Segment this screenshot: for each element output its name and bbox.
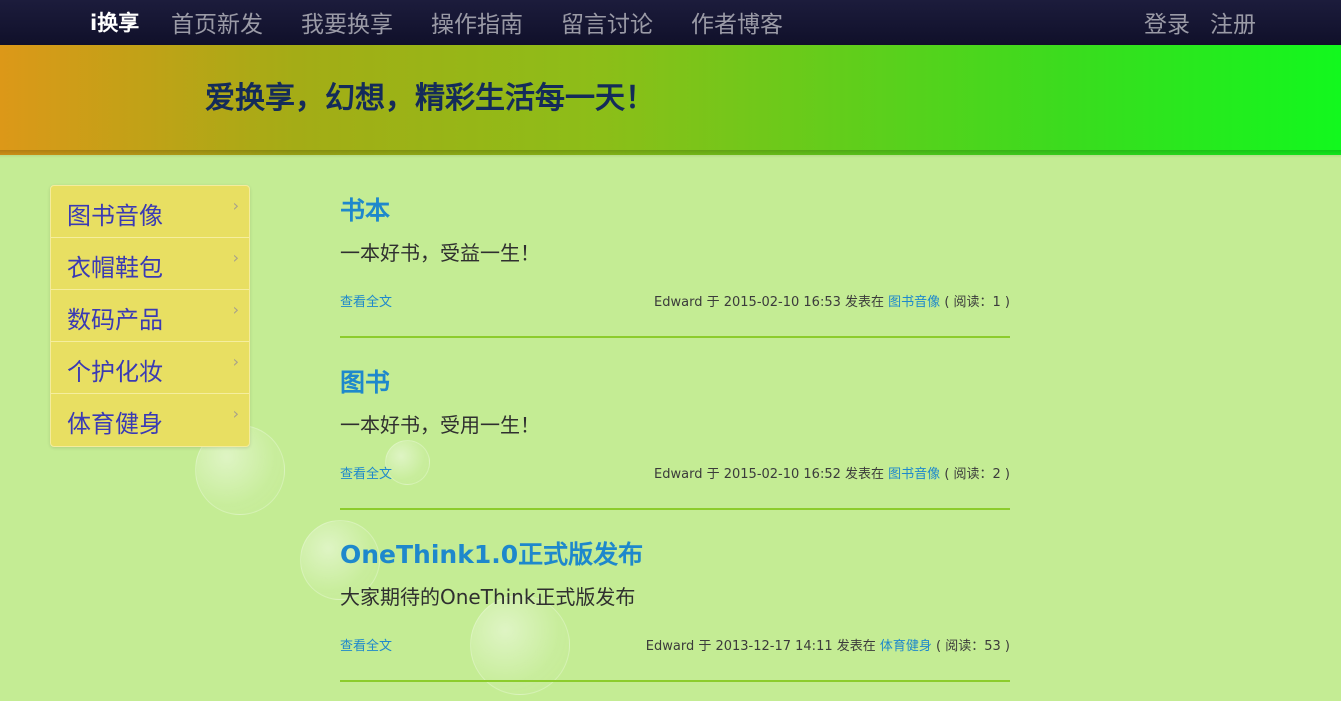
top-navbar: i换享 首页新发 我要换享 操作指南 留言讨论 作者博客 登录 注册 xyxy=(0,0,1341,45)
read-more-link[interactable]: 查看全文 xyxy=(340,291,392,310)
post-title-link[interactable]: 图书 xyxy=(340,363,390,399)
sidebar-item-clothing[interactable]: 衣帽鞋包 › xyxy=(51,238,249,290)
sidebar-item-label: 个护化妆 xyxy=(67,358,163,386)
post-read-count: ( 阅读：53 ) xyxy=(936,639,1010,654)
hero-banner xyxy=(0,45,1341,155)
post-title-link[interactable]: OneThink1.0正式版发布 xyxy=(340,535,643,571)
post-author-date: Edward 于 2015-02-10 16:53 发表在 xyxy=(654,295,885,310)
nav-link-home[interactable]: 首页新发 xyxy=(171,5,263,39)
post-category-link[interactable]: 体育健身 xyxy=(880,639,932,654)
post-title-link[interactable]: 书本 xyxy=(340,191,390,227)
sidebar-item-sports[interactable]: 体育健身 › xyxy=(51,394,249,446)
post-divider xyxy=(340,336,1010,338)
sidebar-item-label: 数码产品 xyxy=(67,306,163,334)
sidebar-item-books-media[interactable]: 图书音像 › xyxy=(51,186,249,238)
read-more-link[interactable]: 查看全文 xyxy=(340,635,392,654)
banner-shadow xyxy=(0,150,1341,158)
chevron-right-icon: › xyxy=(232,352,239,371)
chevron-right-icon: › xyxy=(232,248,239,267)
post-meta: Edward 于 2015-02-10 16:53 发表在 图书音像 ( 阅读：… xyxy=(654,291,1010,310)
brand-logo-link[interactable]: i换享 xyxy=(90,7,139,37)
post-category-link[interactable]: 图书音像 xyxy=(888,467,940,482)
post-meta: Edward 于 2013-12-17 14:11 发表在 体育健身 ( 阅读：… xyxy=(646,635,1010,654)
sidebar-item-label: 体育健身 xyxy=(67,410,163,438)
post-author-date: Edward 于 2015-02-10 16:52 发表在 xyxy=(654,467,885,482)
post-read-count: ( 阅读：1 ) xyxy=(944,295,1010,310)
post-divider xyxy=(340,508,1010,510)
sidebar-item-personal-care[interactable]: 个护化妆 › xyxy=(51,342,249,394)
sidebar-item-label: 图书音像 xyxy=(67,202,163,230)
nav-link-exchange[interactable]: 我要换享 xyxy=(301,5,393,39)
nav-link-discussion[interactable]: 留言讨论 xyxy=(561,5,653,39)
post-summary: 一本好书，受益一生！ xyxy=(340,241,540,265)
chevron-right-icon: › xyxy=(232,404,239,423)
category-sidebar: 图书音像 › 衣帽鞋包 › 数码产品 › 个护化妆 › 体育健身 › xyxy=(50,185,250,447)
post-meta: Edward 于 2015-02-10 16:52 发表在 图书音像 ( 阅读：… xyxy=(654,463,1010,482)
post-summary: 一本好书，受用一生！ xyxy=(340,413,540,437)
login-link[interactable]: 登录 xyxy=(1144,5,1190,39)
chevron-right-icon: › xyxy=(232,196,239,215)
read-more-link[interactable]: 查看全文 xyxy=(340,463,392,482)
post-summary: 大家期待的OneThink正式版发布 xyxy=(340,585,636,609)
post-category-link[interactable]: 图书音像 xyxy=(888,295,940,310)
post-author-date: Edward 于 2013-12-17 14:11 发表在 xyxy=(645,639,876,654)
post-item: OneThink1.0正式版发布 大家期待的OneThink正式版发布 查看全文… xyxy=(340,529,1010,682)
banner-slogan: 爱换享，幻想，精彩生活每一天！ xyxy=(205,81,655,116)
post-item: 书本 一本好书，受益一生！ 查看全文 Edward 于 2015-02-10 1… xyxy=(340,185,1010,338)
post-item: 图书 一本好书，受用一生！ 查看全文 Edward 于 2015-02-10 1… xyxy=(340,357,1010,510)
register-link[interactable]: 注册 xyxy=(1210,5,1256,39)
nav-link-blog[interactable]: 作者博客 xyxy=(691,5,783,39)
chevron-right-icon: › xyxy=(232,300,239,319)
nav-link-guide[interactable]: 操作指南 xyxy=(431,5,523,39)
post-divider xyxy=(340,680,1010,682)
post-read-count: ( 阅读：2 ) xyxy=(944,467,1010,482)
sidebar-item-label: 衣帽鞋包 xyxy=(67,254,163,282)
sidebar-item-digital[interactable]: 数码产品 › xyxy=(51,290,249,342)
